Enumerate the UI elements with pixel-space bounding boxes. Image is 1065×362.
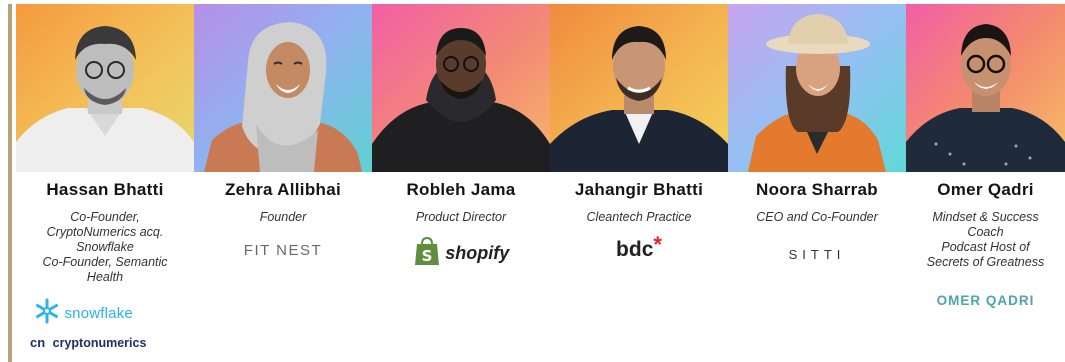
company-logo-fitnest: FIT NEST: [194, 242, 372, 260]
speaker-name: Noora Sharrab: [756, 180, 878, 199]
shopify-bag-icon: S: [413, 236, 441, 271]
speaker-role: Co-Founder, CryptoNumerics acq. Snowflak…: [42, 210, 168, 284]
speaker-photo: [550, 4, 728, 172]
speaker-photo: [728, 4, 906, 172]
company-logo-omer-qadri: OMER QADRI: [906, 292, 1065, 310]
speaker-card-omer-qadri: Omer Qadri Mindset & Success Coach Podca…: [906, 4, 1065, 362]
sitti-wordmark: SITTI: [788, 247, 846, 262]
svg-text:S: S: [421, 247, 432, 265]
fitnest-wordmark: FIT NEST: [243, 242, 323, 259]
speaker-photo: [194, 4, 372, 172]
speaker-role: Mindset & Success Coach Podcast Host of …: [926, 210, 1045, 269]
shopify-wordmark: shopify: [445, 243, 510, 263]
omer-qadri-wordmark: OMER QADRI: [936, 293, 1035, 308]
speaker-role: Cleantech Practice: [586, 210, 692, 224]
speaker-photo: [906, 4, 1065, 172]
cryptonumerics-wordmark: cryptonumerics: [52, 335, 147, 350]
speaker-name: Omer Qadri: [937, 180, 1034, 199]
company-logo-shopify: S shopify: [372, 236, 550, 271]
speaker-name: Hassan Bhatti: [46, 180, 164, 199]
snowflake-wordmark: snowflake: [64, 305, 133, 322]
speaker-name: Zehra Allibhai: [225, 180, 341, 199]
company-logo-snowflake: snowflake: [34, 298, 212, 329]
left-accent-bar: [8, 4, 12, 362]
speaker-photo: [372, 4, 550, 172]
speaker-card-jahangir-bhatti: Jahangir Bhatti Cleantech Practice bdc*: [550, 4, 728, 362]
speaker-name: Jahangir Bhatti: [574, 180, 704, 199]
speaker-photo: [16, 4, 194, 172]
bdc-star-icon: *: [653, 232, 662, 257]
company-logo-sitti: SITTI: [728, 246, 906, 264]
speaker-card-robleh-jama: Robleh Jama Product Director S shopify: [372, 4, 550, 362]
snowflake-icon: [34, 298, 60, 329]
speaker-name: Robleh Jama: [406, 180, 516, 199]
speaker-role: CEO and Co-Founder: [756, 210, 878, 224]
speaker-grid: Hassan Bhatti Co-Founder, CryptoNumerics…: [16, 4, 1065, 362]
speaker-card-hassan-bhatti: Hassan Bhatti Co-Founder, CryptoNumerics…: [16, 4, 194, 362]
company-logo-bdc: bdc*: [550, 232, 728, 264]
bdc-wordmark: bdc: [616, 238, 654, 261]
speaker-card-zehra-allibhai: Zehra Allibhai Founder FIT NEST: [194, 4, 372, 362]
cryptonumerics-icon: cn: [30, 335, 46, 351]
speaker-card-noora-sharrab: Noora Sharrab CEO and Co-Founder SITTI: [728, 4, 906, 362]
speaker-role: Product Director: [415, 210, 507, 224]
company-logo-cryptonumerics: cn cryptonumerics: [30, 334, 208, 352]
speaker-role: Founder: [259, 210, 307, 224]
